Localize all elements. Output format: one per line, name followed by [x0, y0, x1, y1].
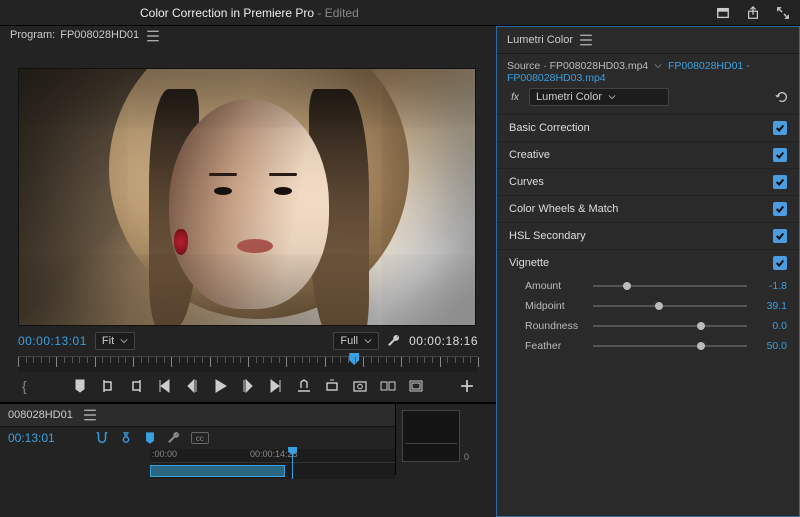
timeline-settings-wrench-icon[interactable] [167, 431, 181, 445]
program-label: Program: [10, 29, 55, 41]
playhead-icon[interactable] [349, 353, 359, 365]
mark-in-brace-icon[interactable]: { [22, 378, 27, 394]
panel-menu-icon[interactable] [83, 408, 97, 422]
param-slider[interactable] [593, 320, 747, 332]
section-label: HSL Secondary [509, 230, 586, 242]
share-icon[interactable] [746, 6, 760, 20]
duration-timecode: 00:00:18:16 [409, 334, 478, 348]
timeline-tracks[interactable]: :00:00 00:00:14:23 [150, 449, 395, 479]
param-value[interactable]: 0.0 [753, 320, 787, 332]
lumetri-section-vignette[interactable]: Vignette [497, 249, 799, 276]
section-label: Curves [509, 176, 544, 188]
section-checkbox[interactable] [773, 229, 787, 243]
snap-magnet-icon[interactable] [95, 431, 109, 445]
param-label: Amount [525, 280, 587, 292]
linked-selection-icon[interactable] [119, 431, 133, 445]
document-title: Color Correction in Premiere Pro - Edite… [140, 6, 359, 20]
effect-dropdown[interactable]: Lumetri Color [529, 88, 669, 106]
closed-caption-icon[interactable]: cc [191, 432, 209, 444]
audio-meter [402, 410, 460, 462]
section-checkbox[interactable] [773, 202, 787, 216]
timeline-clip[interactable] [150, 465, 285, 477]
param-slider[interactable] [593, 300, 747, 312]
fullscreen-icon[interactable] [776, 6, 790, 20]
section-checkbox[interactable] [773, 148, 787, 162]
extract-icon[interactable] [324, 378, 340, 394]
comparison-view-icon[interactable] [380, 378, 396, 394]
resolution-dropdown[interactable]: Full [333, 332, 379, 350]
section-checkbox[interactable] [773, 175, 787, 189]
mark-in-icon[interactable] [100, 378, 116, 394]
timeline-panel: 008028HD01 00:13:01 cc :00:00 00:00:14:2… [0, 404, 395, 475]
lift-icon[interactable] [296, 378, 312, 394]
param-label: Midpoint [525, 300, 587, 312]
button-editor-plus-icon[interactable] [460, 379, 474, 393]
section-label: Color Wheels & Match [509, 203, 618, 215]
safe-margins-icon[interactable] [408, 378, 424, 394]
chevron-down-icon [364, 337, 372, 345]
lumetri-section-color-wheels-match[interactable]: Color Wheels & Match [497, 195, 799, 222]
vignette-feather-row: Feather 50.0 [497, 336, 799, 356]
lumetri-color-panel: Lumetri Color Source · FP008028HD03.mp4 … [496, 26, 800, 517]
chevron-down-icon [608, 93, 616, 101]
lumetri-section-creative[interactable]: Creative [497, 141, 799, 168]
app-titlebar: Color Correction in Premiere Pro - Edite… [0, 0, 800, 26]
section-label: Basic Correction [509, 122, 590, 134]
window-icon[interactable] [716, 6, 730, 20]
vignette-amount-row: Amount -1.8 [497, 276, 799, 296]
chevron-down-icon [120, 337, 128, 345]
section-checkbox[interactable] [773, 256, 787, 270]
step-back-icon[interactable] [184, 378, 200, 394]
vignette-roundness-row: Roundness 0.0 [497, 316, 799, 336]
program-time-ruler[interactable] [18, 356, 478, 372]
param-label: Feather [525, 340, 587, 352]
audio-meter-panel: 0 [395, 404, 496, 475]
title-text: Color Correction in Premiere Pro [140, 6, 314, 20]
go-to-out-icon[interactable] [268, 378, 284, 394]
section-label: Creative [509, 149, 550, 161]
param-value[interactable]: -1.8 [753, 280, 787, 292]
chevron-down-icon[interactable] [654, 62, 662, 70]
param-slider[interactable] [593, 280, 747, 292]
section-label: Vignette [509, 257, 549, 269]
program-monitor-panel: Program: FP008028HD01 00:00:13:01 Fit [0, 26, 496, 517]
param-label: Roundness [525, 320, 587, 332]
go-to-in-icon[interactable] [156, 378, 172, 394]
transport-controls: { [0, 372, 496, 402]
timeline-ruler[interactable]: :00:00 00:00:14:23 [150, 449, 395, 463]
panel-menu-icon[interactable] [146, 29, 160, 43]
param-value[interactable]: 50.0 [753, 340, 787, 352]
param-value[interactable]: 39.1 [753, 300, 787, 312]
sequence-tab[interactable]: 008028HD01 [0, 404, 395, 427]
timeline-timecode[interactable]: 00:13:01 [8, 431, 55, 445]
lumetri-section-hsl-secondary[interactable]: HSL Secondary [497, 222, 799, 249]
section-checkbox[interactable] [773, 121, 787, 135]
source-clip-row: Source · FP008028HD03.mp4 FP008028HD01 -… [497, 54, 799, 86]
program-monitor-header: Program: FP008028HD01 [0, 26, 496, 50]
fx-badge[interactable]: fx [507, 92, 523, 103]
meter-zero-label: 0 [464, 452, 490, 462]
lumetri-section-curves[interactable]: Curves [497, 168, 799, 195]
zoom-fit-dropdown[interactable]: Fit [95, 332, 135, 350]
settings-wrench-icon[interactable] [387, 334, 401, 348]
param-slider[interactable] [593, 340, 747, 352]
play-icon[interactable] [212, 378, 228, 394]
program-sequence-name: FP008028HD01 [60, 29, 139, 41]
sequence-tab-label: 008028HD01 [8, 409, 73, 421]
title-edited-suffix: - Edited [314, 6, 359, 20]
mark-out-icon[interactable] [128, 378, 144, 394]
export-frame-icon[interactable] [352, 378, 368, 394]
panel-menu-icon[interactable] [579, 33, 593, 47]
vignette-midpoint-row: Midpoint 39.1 [497, 296, 799, 316]
ruler-label: :00:00 [152, 449, 177, 459]
current-timecode[interactable]: 00:00:13:01 [18, 334, 87, 348]
lumetri-section-basic-correction[interactable]: Basic Correction [497, 114, 799, 141]
add-marker-timeline-icon[interactable] [143, 431, 157, 445]
step-forward-icon[interactable] [240, 378, 256, 394]
add-marker-icon[interactable] [72, 378, 88, 394]
panel-title: Lumetri Color [507, 34, 573, 46]
reset-effect-icon[interactable] [775, 90, 789, 104]
program-monitor-viewer[interactable] [18, 68, 476, 326]
timeline-playhead[interactable] [292, 449, 293, 479]
